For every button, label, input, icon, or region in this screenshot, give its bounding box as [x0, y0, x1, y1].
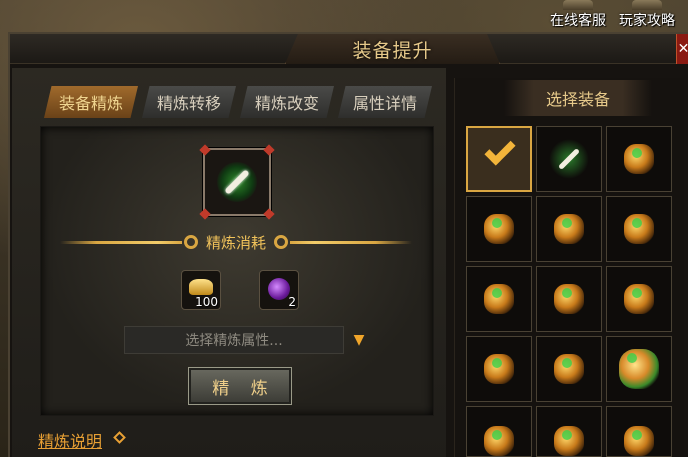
refine-attribute-select[interactable]: 选择精炼属性...: [124, 326, 344, 354]
torch-icon: [624, 426, 654, 457]
player-guide-label: 玩家攻略: [619, 13, 675, 29]
gem-pile-icon: [624, 214, 654, 244]
cost-divider: 精炼消耗: [60, 230, 413, 254]
divider-curl-icon: [274, 235, 289, 249]
player-guide-button[interactable]: 玩家攻略: [615, 0, 679, 30]
gem-pile-icon: [484, 354, 514, 384]
checkmark-icon: [484, 134, 516, 166]
gold-ingot-icon: [189, 279, 213, 295]
select-equipment-header: 选择装备: [504, 80, 652, 116]
refine-button[interactable]: 精 炼: [188, 367, 292, 405]
close-button[interactable]: ✕: [676, 34, 688, 64]
gem-pile-icon: [554, 354, 584, 384]
equipment-slot[interactable]: [536, 126, 602, 192]
refine-help-link[interactable]: 精炼说明: [38, 428, 102, 452]
equipment-slot[interactable]: [466, 336, 532, 402]
gem-pile-icon: [484, 214, 514, 244]
cost-gold-ingot[interactable]: 100: [181, 270, 221, 310]
equipment-slot[interactable]: [536, 406, 602, 457]
tab-equip-refine[interactable]: 装备精炼: [44, 86, 138, 118]
customer-service-label: 在线客服: [550, 13, 606, 29]
title-plate: 装备提升: [285, 34, 500, 64]
gem-pile-icon: [624, 284, 654, 314]
tab-attribute-details[interactable]: 属性详情: [338, 86, 432, 118]
gem-pile-icon: [484, 284, 514, 314]
cost-purple-orb[interactable]: 2: [259, 270, 299, 310]
gem-pile-icon: [554, 214, 584, 244]
gem-pile-icon: [554, 284, 584, 314]
divider-line-left: [60, 240, 182, 244]
cost-count: 2: [288, 295, 296, 309]
window-title: 装备提升: [352, 39, 433, 62]
cost-title: 精炼消耗: [206, 233, 267, 252]
tab-refine-transfer[interactable]: 精炼转移: [142, 86, 236, 118]
guide-book-icon: [632, 0, 662, 10]
target-equipment-slot[interactable]: [199, 144, 275, 220]
cost-count: 100: [195, 295, 218, 309]
gem-pile-icon: [554, 426, 584, 457]
purple-orb-icon: [268, 278, 290, 300]
equipment-slot[interactable]: [536, 266, 602, 332]
equipment-slot[interactable]: [466, 126, 532, 192]
equipment-slot[interactable]: [606, 266, 672, 332]
chevron-down-icon[interactable]: ▼: [350, 333, 368, 347]
equipment-slot[interactable]: [466, 406, 532, 457]
equipment-slot[interactable]: [536, 336, 602, 402]
headset-icon: [563, 0, 593, 10]
equipment-slot[interactable]: [606, 336, 672, 402]
tab-refine-change[interactable]: 精炼改变: [240, 86, 334, 118]
divider-curl-icon: [184, 235, 198, 249]
close-icon: ✕: [677, 41, 688, 57]
bone-weapon-icon: [549, 139, 589, 179]
gem-pile-icon: [484, 426, 514, 457]
equipment-slot[interactable]: [606, 126, 672, 192]
treasure-chest-icon: [619, 349, 659, 389]
gem-pile-icon: [624, 144, 654, 174]
equipment-slot[interactable]: [606, 406, 672, 457]
customer-service-button[interactable]: 在线客服: [546, 0, 610, 30]
equipment-slot[interactable]: [466, 266, 532, 332]
equipment-slot[interactable]: [536, 196, 602, 262]
equipment-slot[interactable]: [466, 196, 532, 262]
equipment-slot[interactable]: [606, 196, 672, 262]
divider-line-right: [290, 240, 413, 244]
window-titlebar: 装备提升 ✕: [10, 34, 688, 64]
